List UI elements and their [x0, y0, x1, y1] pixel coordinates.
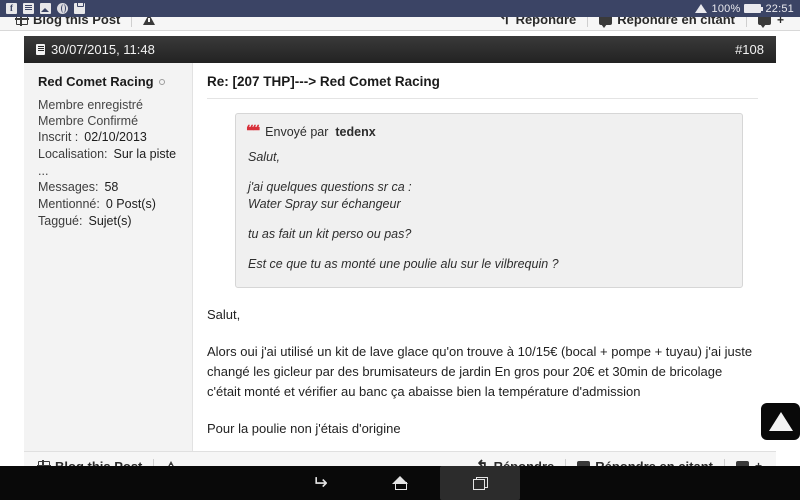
wifi-icon: [694, 3, 708, 14]
author-field-localisation-key: Localisation:: [38, 147, 108, 161]
author-field-inscrit-value: 02/10/2013: [84, 130, 147, 144]
quote-header: ❝❝ Envoyé par tedenx: [236, 114, 742, 147]
author-stat-taggue-value: Sujet(s): [88, 214, 132, 228]
author-stat-taggue-key: Taggué:: [38, 214, 83, 228]
author-stat-taggue: Taggué: Sujet(s): [38, 213, 192, 230]
post-number-label[interactable]: #108: [735, 42, 764, 57]
page-left-margin: [0, 31, 24, 467]
globe-icon: [57, 3, 68, 14]
post-paragraph-1: Salut,: [207, 307, 241, 322]
post-paragraph-3: Pour la poulie non j'étais d'origine: [207, 421, 401, 436]
author-field-inscrit: Inscrit : 02/10/2013: [38, 129, 192, 146]
quote-paragraph-5: Est ce que tu as monté une poulie alu su…: [248, 257, 559, 271]
author-role-line-2: Membre Confirmé: [38, 114, 139, 128]
offline-circle-icon: [158, 78, 165, 85]
author-stat-messages: Messages: 58: [38, 179, 192, 196]
post-title: Re: [207 THP]---> Red Comet Racing: [207, 74, 758, 99]
author-field-inscrit-key: Inscrit :: [38, 130, 79, 144]
quote-paragraph-3: Water Spray sur échangeur: [248, 197, 401, 211]
post-date-label: 30/07/2015, 11:48: [51, 42, 155, 57]
post-header: 30/07/2015, 11:48 #108: [24, 36, 776, 63]
quote-paragraph-2: j'ai quelques questions sr ca :: [248, 180, 412, 194]
post-content: Re: [207 THP]---> Red Comet Racing ❝❝ En…: [193, 63, 776, 451]
quote-prefix-label: Envoyé par: [265, 124, 329, 139]
triangle-up-icon: [768, 412, 793, 431]
quote-block: ❝❝ Envoyé par tedenx Salut, j'ai quelque…: [235, 113, 743, 288]
nav-back-button[interactable]: ↵: [280, 466, 360, 500]
status-bar-system-icons: 100% 22:51: [694, 2, 794, 15]
android-status-bar: f 100% 22:51: [0, 0, 800, 17]
author-stat-mentionne-key: Mentionné:: [38, 197, 100, 211]
post-author-panel: Red Comet Racing Membre enregistré Membr…: [24, 63, 193, 451]
quote-text: Salut, j'ai quelques questions sr ca : W…: [236, 147, 742, 287]
quote-paragraph-1: Salut,: [248, 150, 280, 164]
image-icon: [40, 3, 51, 14]
author-name-row[interactable]: Red Comet Racing: [38, 74, 192, 89]
author-field-localisation: Localisation: Sur la piste: [38, 146, 192, 163]
clock-label: 22:51: [765, 2, 794, 15]
status-bar-notification-icons: f: [6, 2, 85, 14]
post-108: 30/07/2015, 11:48 #108 Red Comet Racing …: [24, 36, 776, 500]
post-date-group: 30/07/2015, 11:48: [36, 42, 155, 57]
recents-icon: [472, 476, 488, 490]
android-navigation-bar: ↵: [0, 466, 800, 500]
quote-paragraph-4: tu as fait un kit perso ou pas?: [248, 227, 412, 241]
page-icon: [36, 44, 45, 55]
home-icon: [392, 475, 408, 491]
back-icon: ↵: [312, 472, 328, 494]
author-stat-messages-value: 58: [104, 180, 119, 194]
author-stat-mentionne-value: 0 Post(s): [105, 197, 156, 211]
post-message-text: Salut, Alors oui j'ai utilisé un kit de …: [207, 305, 758, 439]
nav-home-button[interactable]: [360, 466, 440, 500]
document-icon: [23, 3, 34, 14]
post-body: Red Comet Racing Membre enregistré Membr…: [24, 63, 776, 451]
author-stat-mentionne: Mentionné: 0 Post(s): [38, 196, 192, 213]
nav-recents-button[interactable]: [440, 466, 520, 500]
author-name-label: Red Comet Racing: [38, 74, 154, 89]
facebook-icon: f: [6, 3, 17, 14]
author-role-line-1: Membre enregistré: [38, 98, 143, 112]
quote-author-label[interactable]: tedenx: [335, 125, 375, 139]
post-paragraph-2: Alors oui j'ai utilisé un kit de lave gl…: [207, 344, 753, 399]
scroll-to-top-button[interactable]: [761, 403, 800, 440]
battery-icon: [744, 4, 764, 13]
battery-percent-label: 100%: [711, 2, 741, 15]
quote-mark-icon: ❝❝: [246, 124, 260, 140]
author-stat-messages-key: Messages:: [38, 180, 99, 194]
clipboard-icon: [74, 2, 85, 14]
author-field-localisation-value: Sur la piste: [113, 147, 177, 161]
page-right-margin: [776, 31, 800, 467]
android-screen: Blog this Post ↰ Répondre Répondre en ci…: [0, 0, 800, 500]
author-ellipsis: ...: [38, 164, 49, 178]
